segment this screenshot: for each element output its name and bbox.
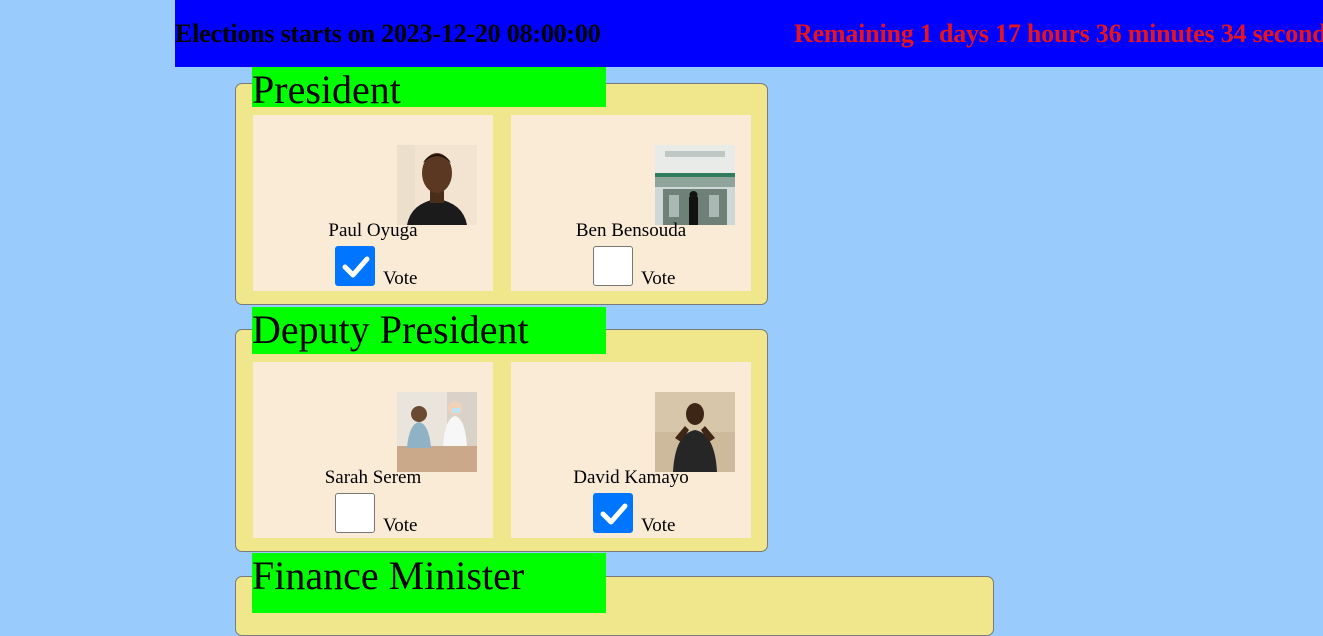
vote-checkbox[interactable] [593,246,633,286]
candidate-card: David Kamayo Vote [511,362,751,538]
vote-control: Vote [335,246,475,289]
vote-checkbox[interactable] [335,493,375,533]
countdown-text: Remaining 1 days 17 hours 36 minutes 34 … [794,19,1323,48]
candidate-photo [397,145,477,225]
candidate-photo [655,145,735,225]
vote-control: Vote [593,246,733,289]
candidate-name: Ben Bensouda [575,220,687,241]
vote-label: Vote [383,268,418,289]
candidate-card: Ben Bensouda Vote [511,115,751,291]
position-title: Deputy President [252,307,606,354]
vote-checkbox[interactable] [593,493,633,533]
vote-label: Vote [383,515,418,536]
candidate-name: Sarah Serem [324,467,422,488]
position-title: Finance Minister [252,553,606,613]
vote-control: Vote [593,493,733,536]
vote-label: Vote [641,515,676,536]
vote-checkbox[interactable] [335,246,375,286]
candidate-name: David Kamayo [573,467,689,488]
election-start-text: Elections starts on 2023-12-20 08:00:00 [175,19,601,48]
candidate-name: Paul Oyuga [328,220,418,241]
vote-control: Vote [335,493,475,536]
election-banner: Elections starts on 2023-12-20 08:00:00 … [175,0,1323,67]
candidate-card: Paul Oyuga Vote [253,115,493,291]
position-title: President [252,67,606,112]
candidate-photo [397,392,477,472]
vote-label: Vote [641,268,676,289]
candidate-photo [655,392,735,472]
candidate-card: Sarah Serem Vote [253,362,493,538]
